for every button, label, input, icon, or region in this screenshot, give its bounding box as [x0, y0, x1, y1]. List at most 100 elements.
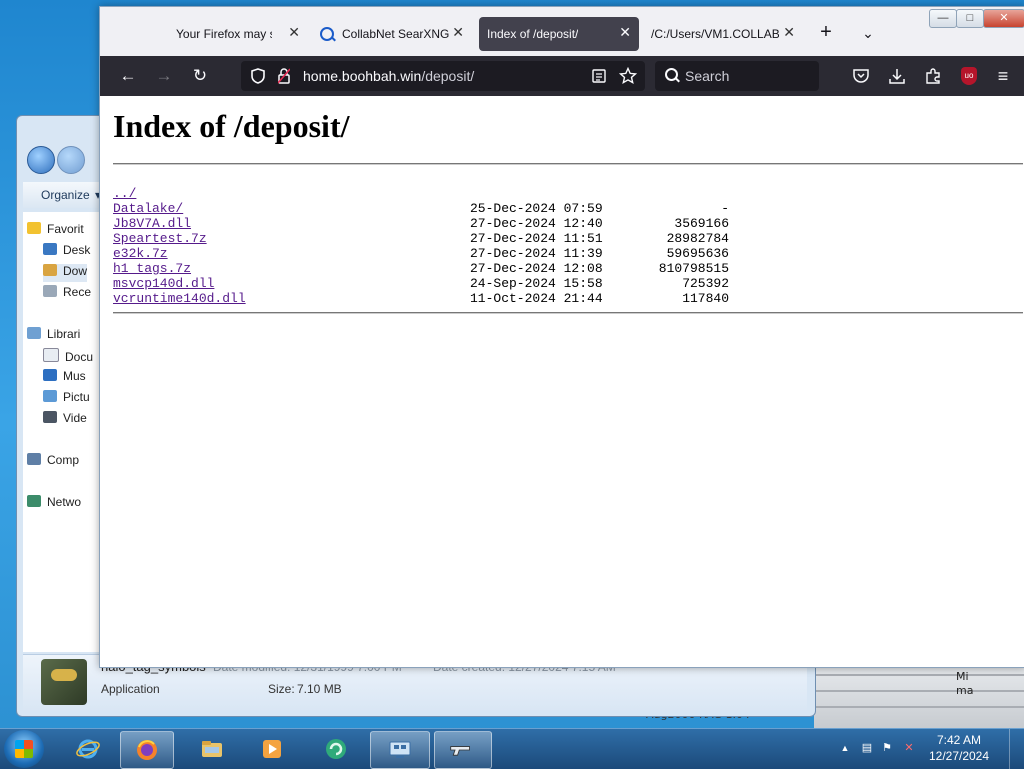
back-button[interactable]: ←: [115, 64, 141, 88]
downloads-icon: [43, 264, 57, 276]
circular-arrow-icon: [326, 739, 346, 759]
tab-firefox-notice[interactable]: Your Firefox may sta ✕: [168, 17, 308, 51]
tree-item-desktop[interactable]: Desk: [43, 243, 90, 261]
bookmark-star-icon[interactable]: [619, 67, 637, 85]
detail-type: Application: [101, 682, 160, 696]
pocket-icon[interactable]: [852, 67, 870, 85]
action-center-flag-icon[interactable]: ⚑: [880, 741, 894, 755]
tree-item-network[interactable]: Netwo: [27, 495, 81, 513]
tree-item-documents[interactable]: Docu: [43, 348, 93, 366]
file-size: 59695636: [666, 246, 729, 261]
tree-item-favorites[interactable]: Favorit: [27, 222, 84, 240]
tree-item-pictures[interactable]: Pictu: [43, 390, 90, 408]
taskbar-media-player[interactable]: [246, 731, 298, 767]
taskbar-firefox[interactable]: [120, 731, 174, 769]
tab-searxng[interactable]: CollabNet SearXNG ✕: [312, 17, 472, 51]
library-icon: [27, 327, 41, 339]
divider-top: [113, 163, 1023, 165]
ublock-icon[interactable]: uo: [961, 67, 977, 85]
tree-item-downloads[interactable]: Dow: [43, 264, 88, 282]
file-link[interactable]: msvcp140d.dll: [113, 276, 214, 291]
file-link[interactable]: vcruntime140d.dll: [113, 291, 246, 306]
file-link[interactable]: Speartest.7z: [113, 231, 207, 246]
file-link[interactable]: e32k.7z: [113, 246, 168, 261]
close-icon[interactable]: ✕: [288, 24, 300, 41]
nav-toolbar: ← → ↻ home.boohbah.win/deposit/ Search u…: [100, 56, 1024, 96]
tab-strip: — □ ✕ Your Firefox may sta ✕ CollabNet S…: [100, 7, 1024, 56]
tree-label: Desk: [63, 243, 91, 257]
wallpaper-text-3: ma: [956, 684, 974, 697]
file-link[interactable]: Datalake/: [113, 201, 183, 216]
lock-insecure-icon[interactable]: [278, 68, 290, 84]
file-thumbnail: [41, 659, 87, 705]
system-tray: ▲ ▤ ⚑ ✕ 7:42 AM 12/27/2024: [834, 729, 1024, 769]
file-link[interactable]: h1 tags.7z: [113, 261, 191, 276]
file-size: 810798515: [658, 261, 729, 276]
search-placeholder: Search: [685, 68, 730, 84]
desktop-icon: [43, 243, 57, 255]
taskbar-gun-app[interactable]: [434, 731, 492, 769]
tree-label: Vide: [63, 411, 87, 425]
close-window-button[interactable]: ✕: [983, 9, 1024, 28]
recent-icon: [43, 285, 57, 297]
file-date: 11-Oct-2024 21:44: [470, 291, 603, 306]
clock-date[interactable]: 12/27/2024: [924, 749, 994, 763]
firefox-window[interactable]: — □ ✕ Your Firefox may sta ✕ CollabNet S…: [99, 6, 1024, 668]
new-tab-button[interactable]: +: [814, 21, 838, 45]
file-size: 117840: [682, 291, 729, 306]
close-icon[interactable]: ✕: [619, 24, 631, 41]
back-icon[interactable]: [27, 146, 55, 174]
taskbar-remote-desktop[interactable]: [370, 731, 430, 769]
folder-icon: [202, 741, 222, 757]
pistol-icon: [450, 746, 470, 756]
tree-item-recent[interactable]: Rece: [43, 285, 91, 303]
document-icon: [43, 348, 59, 362]
close-icon[interactable]: ✕: [452, 24, 464, 41]
file-date: 25-Dec-2024 07:59: [470, 201, 603, 216]
taskbar-file-explorer[interactable]: [186, 731, 238, 767]
tree-item-videos[interactable]: Vide: [43, 411, 87, 429]
start-button[interactable]: [4, 730, 44, 768]
tab-label: Index of /deposit/: [487, 27, 579, 41]
volume-muted-icon[interactable]: ✕: [902, 741, 916, 755]
search-bar[interactable]: Search: [655, 61, 819, 91]
show-hidden-icons[interactable]: ▲: [838, 741, 852, 755]
star-icon: [27, 222, 41, 234]
forward-icon[interactable]: [57, 146, 85, 174]
file-size: -: [721, 201, 729, 216]
tab-index-deposit[interactable]: Index of /deposit/ ✕: [479, 17, 639, 51]
url-bar[interactable]: home.boohbah.win/deposit/: [241, 61, 645, 91]
tree-label: Rece: [63, 285, 92, 299]
arrow-right-icon: →: [155, 66, 173, 85]
detail-size-label: Size:: [268, 682, 295, 696]
wallpaper-text-2: Mi: [956, 670, 969, 683]
clock-time[interactable]: 7:42 AM: [924, 733, 994, 747]
tree-label: Netwo: [47, 495, 82, 509]
extensions-icon[interactable]: [924, 67, 942, 85]
download-icon[interactable]: [888, 67, 906, 85]
reader-view-icon[interactable]: [592, 69, 606, 83]
file-date: 27-Dec-2024 11:39: [470, 246, 603, 261]
maximize-button[interactable]: □: [956, 9, 984, 28]
menu-button[interactable]: ≡: [990, 64, 1016, 88]
shield-icon[interactable]: [251, 68, 265, 84]
taskbar-internet-explorer[interactable]: [62, 731, 114, 767]
tab-local-file[interactable]: /C:/Users/VM1.COLLABN ✕: [643, 17, 803, 51]
network-tray-icon[interactable]: ▤: [860, 741, 874, 755]
internet-explorer-icon: [76, 739, 100, 759]
tree-item-computer[interactable]: Comp: [27, 453, 79, 471]
close-icon[interactable]: ✕: [783, 24, 795, 41]
minimize-button[interactable]: —: [929, 9, 957, 28]
file-link[interactable]: ../: [113, 186, 136, 201]
pictures-icon: [43, 390, 57, 402]
file-link[interactable]: Jb8V7A.dll: [113, 216, 191, 231]
taskbar: ▲ ▤ ⚑ ✕ 7:42 AM 12/27/2024: [0, 728, 1024, 769]
url-host: home.boohbah.win: [303, 68, 422, 84]
tree-item-libraries[interactable]: Librari: [27, 327, 80, 345]
forward-button[interactable]: →: [151, 64, 177, 88]
taskbar-green-app[interactable]: [310, 731, 362, 767]
tree-item-music[interactable]: Mus: [43, 369, 86, 387]
list-tabs-button[interactable]: ⌄: [856, 21, 880, 45]
show-desktop-button[interactable]: [1009, 729, 1024, 769]
reload-button[interactable]: ↻: [187, 64, 213, 88]
